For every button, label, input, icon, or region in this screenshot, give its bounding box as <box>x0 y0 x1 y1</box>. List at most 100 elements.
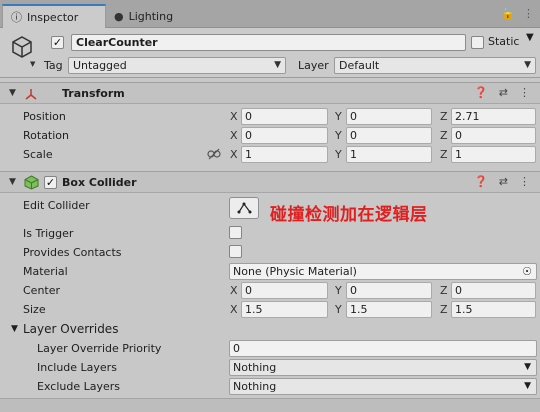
cube-icon[interactable] <box>10 35 34 59</box>
chevron-down-icon: ▼ <box>524 381 531 391</box>
position-y-axis: Y <box>335 110 342 123</box>
rotation-z-field[interactable]: 0 <box>451 127 536 144</box>
transform-icon <box>25 89 37 100</box>
transform-header[interactable]: ▼ Transform ❓ ⇄ ⋮ <box>0 82 540 104</box>
preset-icon[interactable]: ⇄ <box>499 175 508 188</box>
tab-bar: ⓘ Inspector ● Lighting 🔓 ⋮ <box>0 0 540 28</box>
size-label: Size <box>23 303 46 316</box>
size-y-axis: Y <box>335 303 342 316</box>
exclude-layers-label: Exclude Layers <box>37 380 120 393</box>
layer-overrides-label[interactable]: Layer Overrides <box>23 322 118 336</box>
scale-z-field[interactable]: 1 <box>451 146 536 163</box>
box-collider-icon <box>24 175 39 190</box>
preset-icon[interactable]: ⇄ <box>499 86 508 99</box>
static-dropdown-icon[interactable]: ▼ <box>526 32 534 43</box>
gameobject-name-field[interactable]: ClearCounter <box>71 34 466 51</box>
include-layers-dropdown[interactable]: Nothing ▼ <box>229 359 537 376</box>
box-collider-title: Box Collider <box>62 176 137 189</box>
layer-dropdown[interactable]: Default ▼ <box>334 57 536 74</box>
box-collider-enabled-checkbox[interactable]: ✓ <box>44 176 57 189</box>
lightbulb-icon: ● <box>114 9 124 23</box>
material-field[interactable]: None (Physic Material) ☉ <box>229 263 537 280</box>
menu-icon[interactable]: ⋮ <box>523 7 534 20</box>
tab-lighting[interactable]: ● Lighting <box>106 4 206 28</box>
size-z-field[interactable]: 1.5 <box>451 301 536 318</box>
chevron-down-icon: ▼ <box>524 60 531 70</box>
component-menu-icon[interactable]: ⋮ <box>519 86 530 99</box>
position-x-axis: X <box>230 110 238 123</box>
tag-label: Tag <box>44 59 63 72</box>
override-priority-field[interactable]: 0 <box>229 340 537 357</box>
static-checkbox[interactable] <box>471 36 484 49</box>
rotation-y-field[interactable]: 0 <box>346 127 432 144</box>
material-value: None (Physic Material) <box>233 265 357 278</box>
center-label: Center <box>23 284 61 297</box>
rotation-x-field[interactable]: 0 <box>241 127 328 144</box>
static-label: Static <box>488 35 520 48</box>
component-menu-icon[interactable]: ⋮ <box>519 175 530 188</box>
center-y-field[interactable]: 0 <box>346 282 432 299</box>
box-collider-header[interactable]: ▼ ✓ Box Collider ❓ ⇄ ⋮ <box>0 171 540 193</box>
is-trigger-checkbox[interactable] <box>229 226 242 239</box>
object-picker-icon[interactable]: ☉ <box>522 264 532 279</box>
provides-contacts-label: Provides Contacts <box>23 246 122 259</box>
tab-lighting-label: Lighting <box>128 9 174 23</box>
rotation-z-axis: Z <box>440 129 448 142</box>
center-x-field[interactable]: 0 <box>241 282 328 299</box>
info-icon: ⓘ <box>11 11 22 24</box>
scale-y-field[interactable]: 1 <box>346 146 432 163</box>
position-z-field[interactable]: 2.71 <box>451 108 536 125</box>
size-z-axis: Z <box>440 303 448 316</box>
fold-arrow-icon[interactable]: ▼ <box>9 88 16 98</box>
include-layers-label: Include Layers <box>37 361 117 374</box>
tab-bar-controls: 🔓 ⋮ <box>501 7 534 20</box>
chevron-down-icon: ▼ <box>274 60 281 70</box>
edit-bounds-icon <box>237 202 252 214</box>
scale-x-axis: X <box>230 148 238 161</box>
position-y-field[interactable]: 0 <box>346 108 432 125</box>
layer-value: Default <box>339 59 380 72</box>
size-x-field[interactable]: 1.5 <box>241 301 328 318</box>
override-priority-label: Layer Override Priority <box>37 342 162 355</box>
tag-value: Untagged <box>73 59 127 72</box>
position-label: Position <box>23 110 66 123</box>
provides-contacts-checkbox[interactable] <box>229 245 242 258</box>
center-z-axis: Z <box>440 284 448 297</box>
edit-collider-button[interactable] <box>229 197 259 219</box>
include-layers-value: Nothing <box>233 361 277 374</box>
tab-inspector[interactable]: ⓘ Inspector <box>2 4 106 28</box>
center-y-axis: Y <box>335 284 342 297</box>
next-component-strip <box>0 398 540 412</box>
scale-z-axis: Z <box>440 148 448 161</box>
rotation-label: Rotation <box>23 129 70 142</box>
chevron-down-icon[interactable]: ▼ <box>30 60 35 68</box>
unlinked-scale-icon[interactable] <box>207 148 221 160</box>
active-checkbox[interactable]: ✓ <box>51 36 64 49</box>
exclude-layers-value: Nothing <box>233 380 277 393</box>
edit-collider-label: Edit Collider <box>23 199 90 212</box>
is-trigger-label: Is Trigger <box>23 227 74 240</box>
help-icon[interactable]: ❓ <box>474 86 488 99</box>
size-y-field[interactable]: 1.5 <box>346 301 432 318</box>
lock-icon[interactable]: 🔓 <box>501 7 515 20</box>
material-label: Material <box>23 265 68 278</box>
gameobject-header: ▼ ✓ ClearCounter Static ▼ Tag Untagged ▼… <box>0 28 540 78</box>
tag-dropdown[interactable]: Untagged ▼ <box>68 57 286 74</box>
center-z-field[interactable]: 0 <box>451 282 536 299</box>
scale-label: Scale <box>23 148 53 161</box>
center-x-axis: X <box>230 284 238 297</box>
rotation-y-axis: Y <box>335 129 342 142</box>
rotation-x-axis: X <box>230 129 238 142</box>
layer-overrides-fold-icon[interactable]: ▼ <box>11 324 18 334</box>
exclude-layers-dropdown[interactable]: Nothing ▼ <box>229 378 537 395</box>
fold-arrow-icon[interactable]: ▼ <box>9 177 16 187</box>
annotation-text: 碰撞检测加在逻辑层 <box>270 205 428 225</box>
position-x-field[interactable]: 0 <box>241 108 328 125</box>
scale-x-field[interactable]: 1 <box>241 146 328 163</box>
size-x-axis: X <box>230 303 238 316</box>
chevron-down-icon: ▼ <box>524 362 531 372</box>
help-icon[interactable]: ❓ <box>474 175 488 188</box>
scale-y-axis: Y <box>335 148 342 161</box>
position-z-axis: Z <box>440 110 448 123</box>
transform-title: Transform <box>62 87 125 100</box>
